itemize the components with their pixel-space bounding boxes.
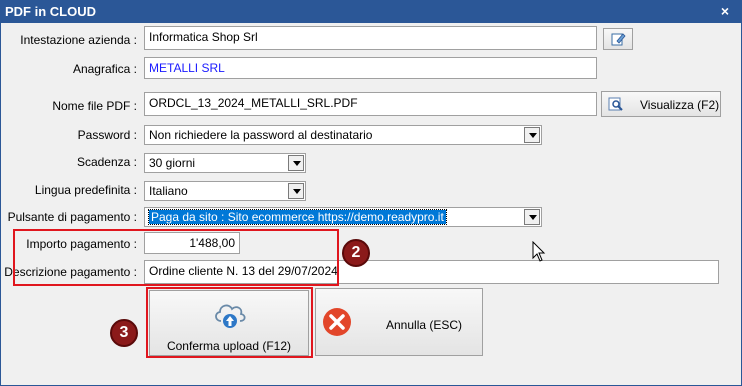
cancel-button[interactable]: Annulla (ESC)	[315, 288, 483, 356]
close-icon[interactable]: ×	[717, 3, 733, 19]
lingua-select[interactable]: Italiano	[144, 181, 306, 201]
chevron-down-icon[interactable]	[524, 209, 540, 225]
lingua-value: Italiano	[149, 184, 188, 198]
chevron-down-icon[interactable]	[288, 183, 304, 199]
chevron-down-icon[interactable]	[524, 127, 540, 143]
highlight-box-confirm	[146, 287, 313, 358]
pulsante-value: Paga da sito : Sito ecommerce https://de…	[148, 209, 447, 225]
password-label: Password :	[77, 128, 137, 142]
anagrafica-label: Anagrafica :	[72, 62, 137, 76]
scadenza-select[interactable]: 30 giorni	[144, 153, 306, 173]
password-select[interactable]: Non richiedere la password al destinatar…	[144, 125, 542, 145]
anagrafica-field[interactable]: METALLI SRL	[144, 57, 597, 79]
edit-intestazione-button[interactable]	[603, 28, 633, 50]
password-value: Non richiedere la password al destinatar…	[149, 128, 373, 142]
highlight-box-payment	[13, 229, 339, 286]
pdf-cloud-dialog: PDF in CLOUD × Intestazione azienda : In…	[0, 0, 742, 386]
chevron-down-icon[interactable]	[288, 155, 304, 171]
step-badge-3: 3	[110, 319, 138, 347]
lingua-label: Lingua predefinita :	[34, 183, 137, 197]
step-badge-2: 2	[342, 239, 370, 267]
window-title: PDF in CLOUD	[5, 4, 96, 19]
title-bar: PDF in CLOUD ×	[1, 1, 741, 23]
intestazione-field[interactable]: Informatica Shop Srl	[144, 26, 597, 50]
pulsante-select[interactable]: Paga da sito : Sito ecommerce https://de…	[144, 207, 542, 227]
magnifier-icon	[608, 97, 623, 111]
nome-file-field[interactable]: ORDCL_13_2024_METALLI_SRL.PDF	[144, 92, 597, 116]
scadenza-label: Scadenza :	[76, 155, 137, 169]
edit-icon	[611, 33, 626, 46]
cancel-label: Annulla (ESC)	[386, 318, 463, 332]
intestazione-label: Intestazione azienda :	[20, 33, 137, 47]
cancel-icon	[323, 308, 351, 336]
visualizza-button[interactable]: Visualizza (F2)	[601, 91, 721, 117]
pulsante-label: Pulsante di pagamento :	[7, 210, 137, 224]
visualizza-button-label: Visualizza (F2)	[640, 98, 720, 112]
mouse-cursor-icon	[532, 241, 546, 262]
nome-file-label: Nome file PDF :	[52, 99, 137, 113]
scadenza-value: 30 giorni	[149, 156, 196, 170]
